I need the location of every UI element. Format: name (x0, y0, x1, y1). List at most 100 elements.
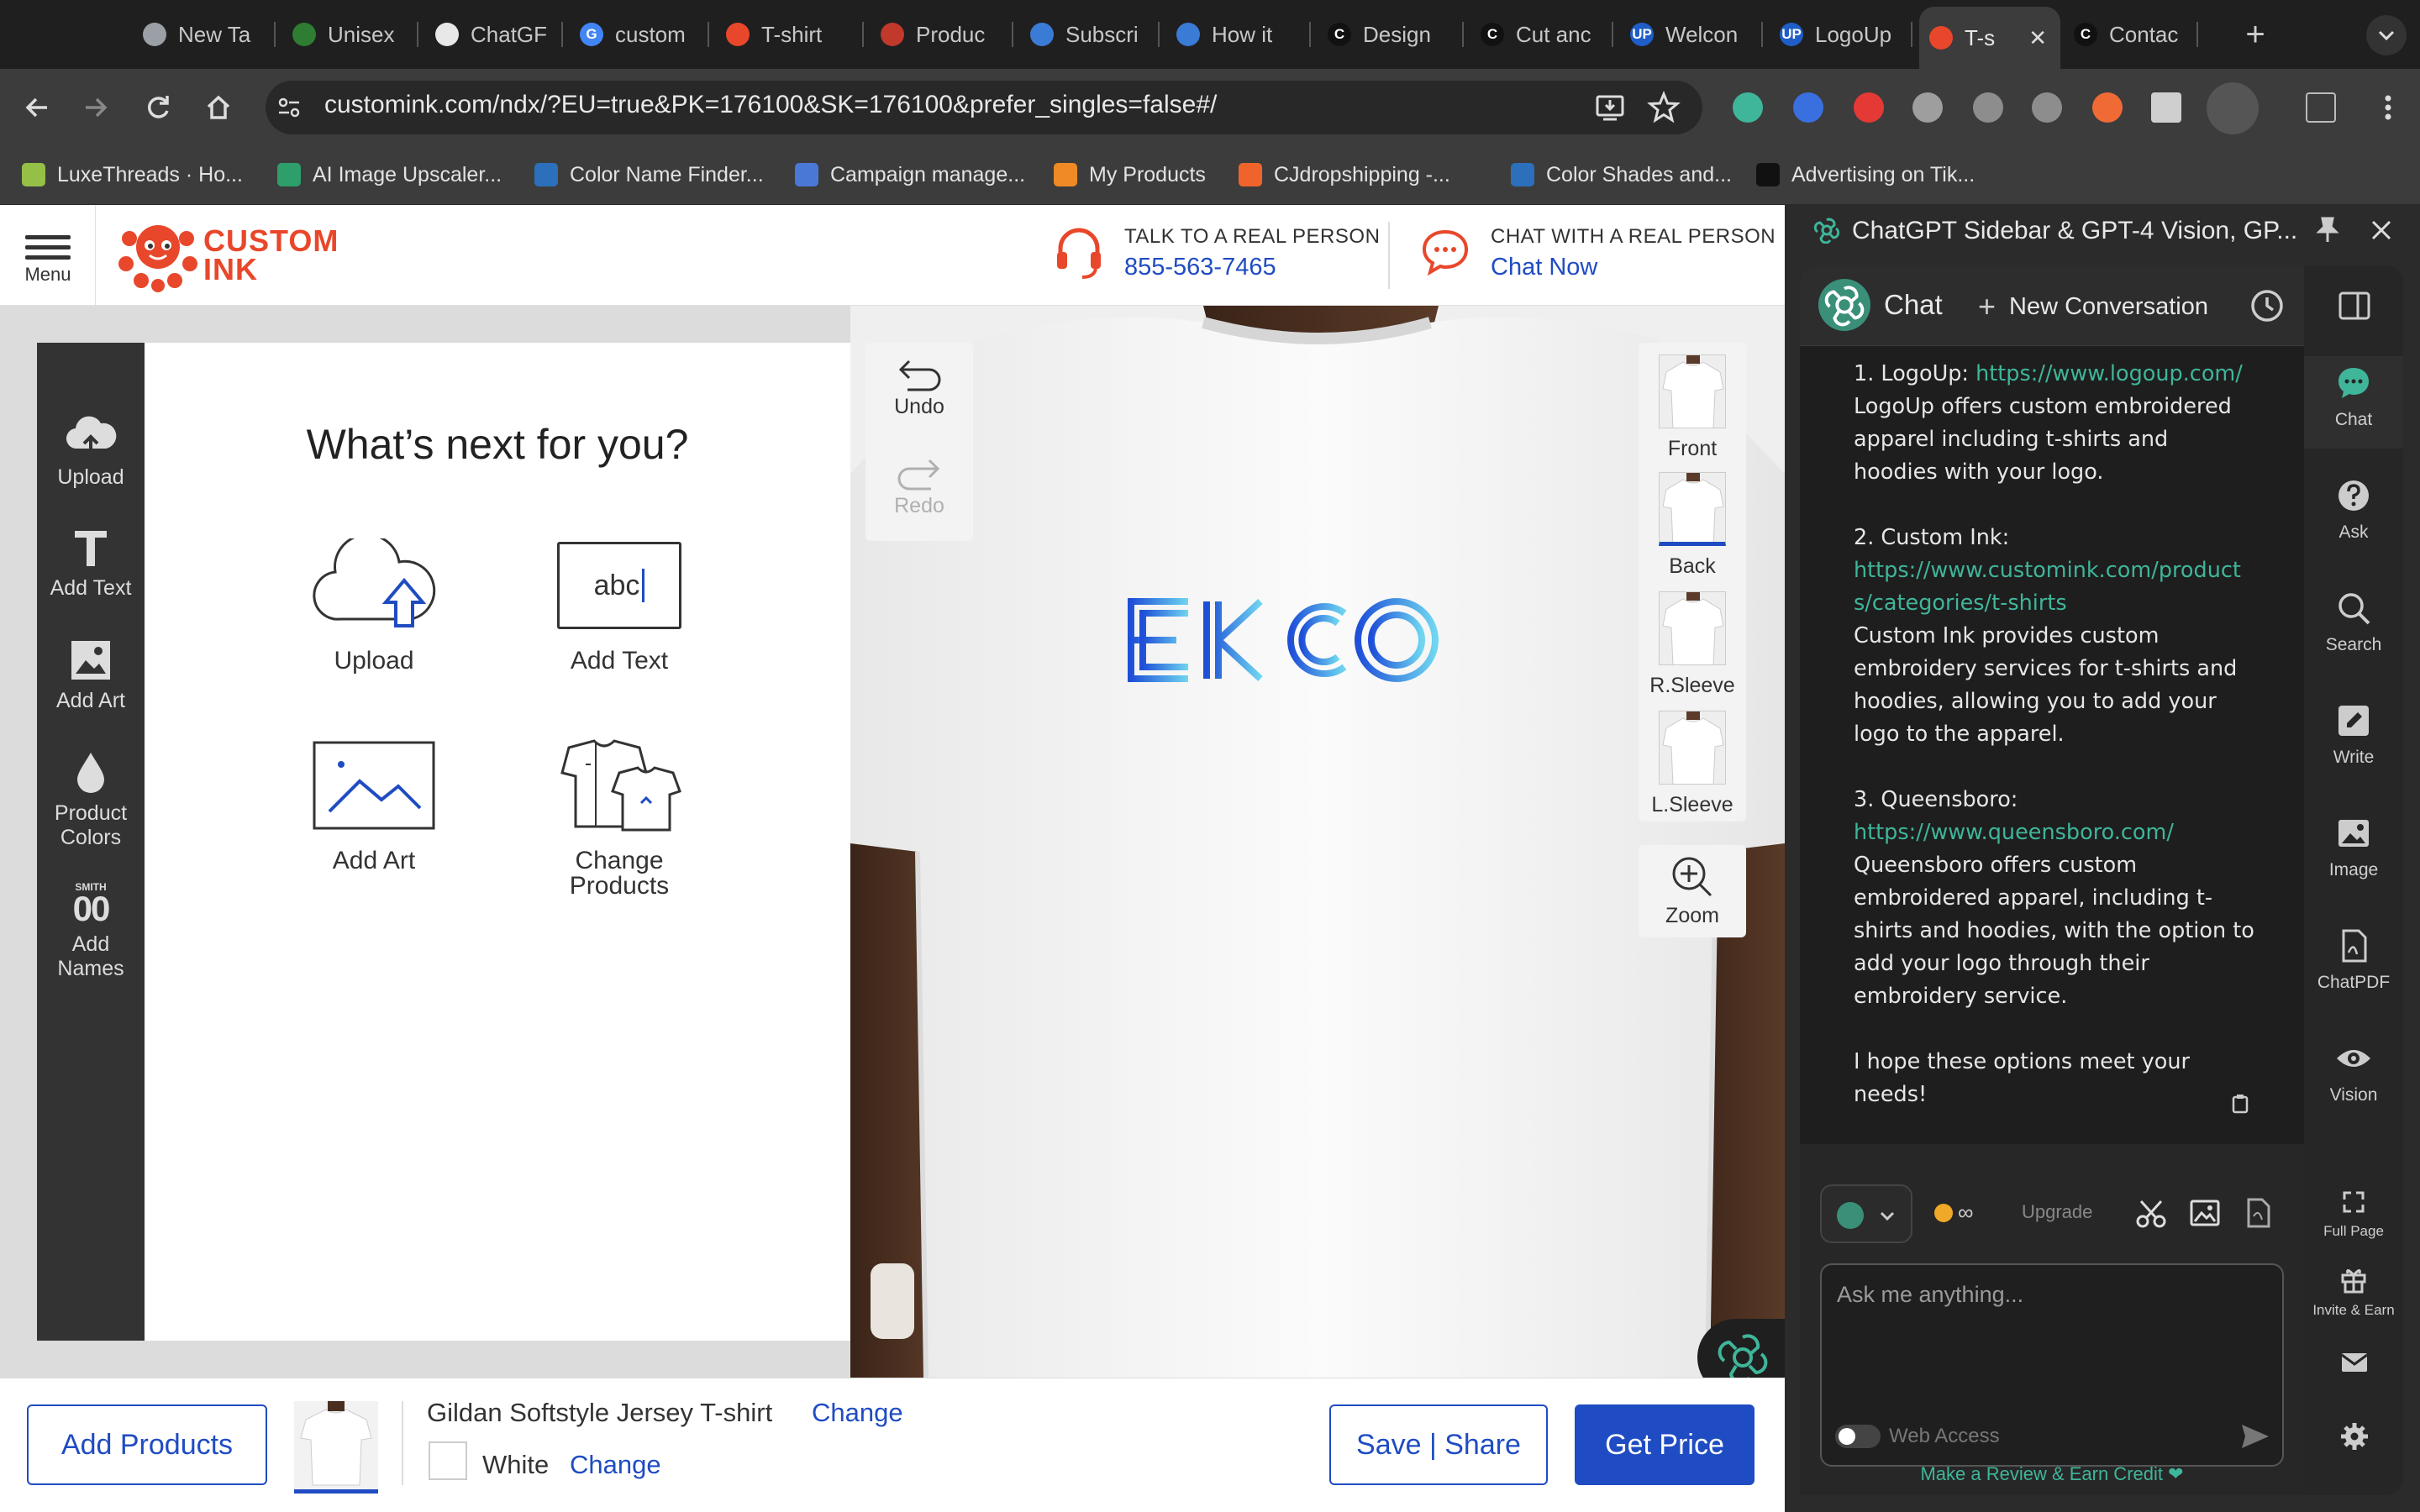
bookmark-item[interactable]: LuxeThreads · Ho... (22, 160, 243, 190)
site-info-icon[interactable] (274, 92, 304, 123)
tool-product-colors[interactable]: Product Colors (37, 749, 145, 850)
rail-full-page[interactable]: Full Page (2304, 1189, 2403, 1240)
rail-chat[interactable]: Chat (2304, 356, 2403, 449)
rail-invite-earn[interactable]: Invite & Earn (2304, 1265, 2403, 1319)
extension-icon[interactable] (1912, 92, 1943, 123)
sidebar-close-icon[interactable] (2366, 215, 2396, 245)
message-link[interactable]: https://www.logoup.com/ (1975, 361, 2243, 386)
custom-ink-logo[interactable] (118, 220, 202, 292)
tool-add-art[interactable]: Add Art (37, 638, 145, 713)
extension-icon[interactable] (1973, 92, 2003, 123)
zoom-button[interactable]: Zoom (1639, 845, 1746, 937)
bookmark-item[interactable]: Advertising on Tik... (1756, 160, 1975, 190)
color-swatch[interactable] (429, 1441, 467, 1480)
get-price-button[interactable]: Get Price (1575, 1404, 1754, 1485)
browser-tab[interactable]: ChatGF (425, 8, 563, 60)
view-front[interactable]: Front (1639, 354, 1746, 461)
rail-ask[interactable]: Ask (2304, 469, 2403, 561)
tool-upload[interactable]: Upload (37, 412, 145, 490)
extension-icon[interactable] (1733, 92, 1763, 123)
bookmark-item[interactable]: Color Name Finder... (534, 160, 764, 190)
pin-icon[interactable] (2312, 215, 2343, 245)
extension-icon[interactable] (1793, 92, 1823, 123)
browser-tab[interactable]: C Contac (2064, 8, 2198, 60)
extension-icon[interactable] (2092, 92, 2123, 123)
browser-tab[interactable]: Subscri (1020, 8, 1160, 60)
message-link[interactable]: https://www.queensboro.com/ (1854, 820, 2174, 845)
extension-icon[interactable] (1854, 92, 1884, 123)
browser-tab[interactable]: T-s ✕ (1919, 7, 2060, 69)
tab-search-chevron-icon[interactable] (2366, 15, 2407, 55)
view-r-sleeve[interactable]: R.Sleeve (1639, 591, 1746, 698)
copy-icon[interactable] (2228, 1092, 2252, 1116)
logo-wordmark[interactable]: CUSTOM INK (203, 226, 339, 285)
browser-tab[interactable]: C Cut anc (1470, 8, 1613, 60)
install-app-icon[interactable] (1593, 91, 1627, 124)
phone-number-link[interactable]: 855-563-7465 (1124, 254, 1276, 281)
extension-icon[interactable] (2151, 92, 2181, 123)
product-thumbnail[interactable] (294, 1401, 378, 1494)
close-tab-icon[interactable]: ✕ (2028, 25, 2047, 51)
save-share-button[interactable]: Save | Share (1329, 1404, 1548, 1485)
browser-menu-icon[interactable] (2371, 91, 2405, 124)
toggle-layout-icon[interactable] (2336, 287, 2373, 324)
browser-tab[interactable]: Gcustom (570, 8, 709, 60)
tool-add-text[interactable]: Add Text (37, 526, 145, 601)
side-panel-icon[interactable] (2207, 82, 2259, 134)
browser-tab[interactable]: UP Welcon (1620, 8, 1763, 60)
design-print[interactable] (1126, 596, 1445, 684)
browser-tab[interactable]: C Design (1318, 8, 1464, 60)
view-back[interactable]: Back (1639, 472, 1746, 579)
chat-now-link[interactable]: Chat Now (1491, 254, 1597, 281)
rail-vision[interactable]: Vision (2304, 1032, 2403, 1124)
send-icon[interactable] (2238, 1420, 2272, 1453)
browser-tab[interactable]: New Ta (133, 8, 276, 60)
model-selector[interactable] (1820, 1184, 1912, 1243)
rail-search[interactable]: Search (2304, 581, 2403, 674)
view-l-sleeve[interactable]: L.Sleeve (1639, 711, 1746, 817)
bookmark-item[interactable]: Color Shades and... (1511, 160, 1732, 190)
change-color-link[interactable]: Change (570, 1450, 661, 1480)
bookmark-item[interactable]: My Products (1054, 160, 1206, 190)
bookmark-star-icon[interactable] (1647, 91, 1681, 124)
bookmark-item[interactable]: Campaign manage... (795, 160, 1025, 190)
forward-arrow-icon[interactable] (76, 87, 116, 128)
menu-button[interactable] (0, 205, 96, 306)
rail-write[interactable]: Write (2304, 694, 2403, 786)
option-change-products[interactable]: Change Products (514, 739, 724, 899)
settings-gear-icon[interactable] (2339, 1421, 2370, 1452)
bookmark-item[interactable]: CJdropshipping -... (1239, 160, 1450, 190)
scissors-icon[interactable] (2134, 1196, 2168, 1230)
new-conversation-button[interactable]: + New Conversation (1978, 289, 2208, 324)
back-arrow-icon[interactable] (17, 87, 57, 128)
web-access-toggle[interactable] (1835, 1425, 1881, 1448)
option-upload[interactable]: Upload (269, 538, 479, 674)
chat-tab-label[interactable]: Chat (1884, 289, 1943, 321)
browser-tab[interactable]: How it (1166, 8, 1311, 60)
review-link[interactable]: Make a Review & Earn Credit ❤ (1800, 1463, 2304, 1485)
home-icon[interactable] (198, 87, 239, 128)
pdf-upload-icon[interactable] (2242, 1196, 2275, 1230)
profile-icon[interactable] (2306, 92, 2336, 123)
new-tab-button[interactable]: + (2232, 12, 2279, 59)
bookmark-item[interactable]: AI Image Upscaler... (277, 160, 502, 190)
browser-tab[interactable]: Unisex (282, 8, 418, 60)
ask-input[interactable]: Ask me anything... Web Access (1820, 1263, 2284, 1467)
browser-tab[interactable]: T-shirt (716, 8, 864, 60)
image-upload-icon[interactable] (2188, 1196, 2222, 1230)
browser-tab[interactable]: Produc (871, 8, 1013, 60)
undo-button[interactable]: Undo (865, 354, 973, 419)
browser-tab[interactable]: UP LogoUp (1770, 8, 1912, 60)
redo-button[interactable]: Redo (865, 454, 973, 518)
option-add-art[interactable]: Add Art (269, 739, 479, 874)
add-products-button[interactable]: Add Products (27, 1404, 267, 1485)
change-product-link[interactable]: Change (812, 1398, 903, 1428)
mail-icon[interactable] (2339, 1347, 2370, 1378)
rail-chatpdf[interactable]: ChatPDF (2304, 919, 2403, 1011)
extension-icon[interactable] (2032, 92, 2062, 123)
url-text[interactable]: customink.com/ndx/?EU=true&PK=176100&SK=… (324, 91, 1217, 119)
rail-image[interactable]: Image (2304, 806, 2403, 899)
message-link[interactable]: https://www.customink.com/products/categ… (1854, 558, 2241, 616)
tool-add-names[interactable]: SMITH 00 Add Names (37, 882, 145, 981)
reload-icon[interactable] (138, 87, 178, 128)
